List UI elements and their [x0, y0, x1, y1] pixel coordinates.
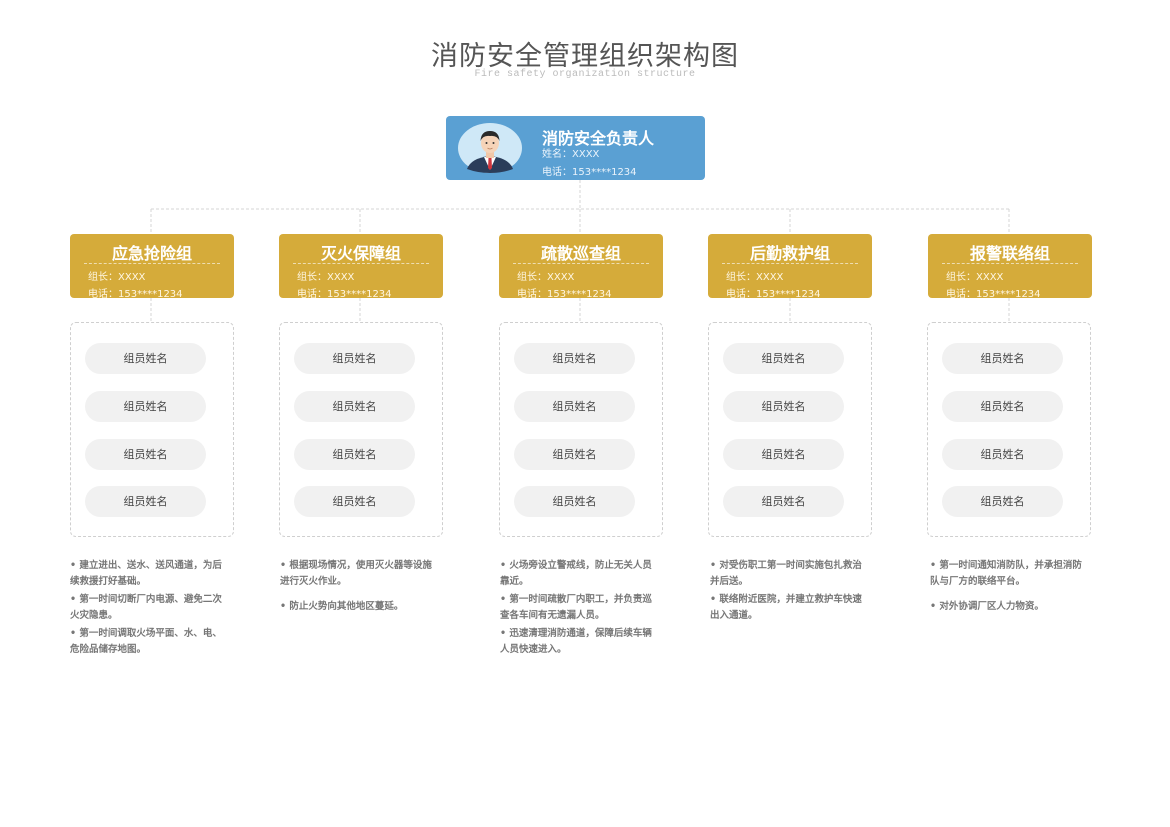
member-box: 组员姓名 组员姓名 组员姓名 组员姓名 — [708, 322, 872, 537]
member-pill: 组员姓名 — [514, 343, 635, 374]
member-box: 组员姓名 组员姓名 组员姓名 组员姓名 — [279, 322, 443, 537]
group-title: 应急抢险组 — [111, 244, 192, 263]
group-divider — [84, 263, 220, 264]
member-box: 组员姓名 组员姓名 组员姓名 组员姓名 — [499, 322, 663, 537]
member-pill: 组员姓名 — [723, 486, 844, 517]
member-pill: 组员姓名 — [294, 343, 415, 374]
group-card: 后勤救护组 组长：XXXX 电话：153****1234 — [708, 234, 872, 300]
member-pill: 组员姓名 — [85, 439, 206, 470]
group-phone: 电话：153****1234 — [297, 289, 392, 300]
group-title: 疏散巡查组 — [540, 244, 621, 263]
duty-item: • 防止火势向其他地区蔓延。 — [280, 601, 404, 612]
member-pill: 组员姓名 — [294, 439, 415, 470]
duty-item: • 对受伤职工第一时间实施包扎救治并后送。 — [710, 560, 862, 587]
duty-item: • 第一时间调取火场平面、水、电、危险品储存地图。 — [70, 628, 222, 655]
group-card: 灭火保障组 组长：XXXX 电话：153****1234 — [279, 234, 443, 300]
duty-item: • 根据现场情况，使用灭火器等设施进行灭火作业。 — [280, 560, 432, 587]
duty-item: • 对外协调厂区人力物资。 — [930, 601, 1044, 612]
member-box: 组员姓名 组员姓名 组员姓名 组员姓名 — [70, 322, 234, 537]
head-phone: 电话：153****1234 — [542, 167, 637, 178]
duty-list: • 对受伤职工第一时间实施包扎救治并后送。 • 联络附近医院，并建立救护车快速出… — [710, 558, 870, 626]
group-title: 报警联络组 — [969, 244, 1050, 263]
page-title: 消防安全管理组织架构图 — [431, 41, 739, 72]
duty-list: • 火场旁设立警戒线，防止无关人员靠近。 • 第一时间疏散厂内职工，并负责巡查各… — [500, 558, 660, 660]
group-leader: 组长：XXXX — [726, 272, 784, 283]
head-name: 姓名：XXXX — [542, 149, 600, 160]
member-box: 组员姓名 组员姓名 组员姓名 组员姓名 — [927, 322, 1091, 537]
group-title: 后勤救护组 — [749, 244, 830, 263]
member-pill: 组员姓名 — [85, 391, 206, 422]
group-leader: 组长：XXXX — [946, 272, 1004, 283]
member-pill: 组员姓名 — [514, 486, 635, 517]
member-pill: 组员姓名 — [294, 486, 415, 517]
group-leader: 组长：XXXX — [517, 272, 575, 283]
group-card: 报警联络组 组长：XXXX 电话：153****1234 — [928, 234, 1092, 300]
member-pill: 组员姓名 — [942, 391, 1063, 422]
group-divider — [293, 263, 429, 264]
duty-item: • 火场旁设立警戒线，防止无关人员靠近。 — [500, 560, 652, 587]
group-card: 应急抢险组 组长：XXXX 电话：153****1234 — [70, 234, 234, 300]
duty-item: • 第一时间通知消防队，并承担消防队与厂方的联络平台。 — [930, 560, 1082, 587]
group-divider — [513, 263, 649, 264]
member-pill: 组员姓名 — [514, 439, 635, 470]
group-title: 灭火保障组 — [320, 244, 401, 263]
group-phone: 电话：153****1234 — [946, 289, 1041, 300]
member-pill: 组员姓名 — [942, 439, 1063, 470]
group-card: 疏散巡查组 组长：XXXX 电话：153****1234 — [499, 234, 663, 300]
member-pill: 组员姓名 — [514, 391, 635, 422]
member-pill: 组员姓名 — [85, 343, 206, 374]
duty-item: • 联络附近医院，并建立救护车快速出入通道。 — [710, 594, 862, 621]
member-pill: 组员姓名 — [723, 439, 844, 470]
page-subtitle: Fire safety organization structure — [474, 69, 696, 80]
duty-list: • 根据现场情况，使用灭火器等设施进行灭火作业。 • 防止火势向其他地区蔓延。 — [280, 558, 440, 617]
duty-item: • 迅速清理消防通道，保障后续车辆人员快速进入。 — [500, 628, 652, 655]
member-pill: 组员姓名 — [942, 343, 1063, 374]
member-pill: 组员姓名 — [723, 391, 844, 422]
group-divider — [942, 263, 1078, 264]
duty-item: • 第一时间疏散厂内职工，并负责巡查各车间有无遗漏人员。 — [500, 594, 652, 621]
member-pill: 组员姓名 — [85, 486, 206, 517]
head-card: 消防安全负责人 姓名：XXXX 电话：153****1234 — [446, 116, 705, 180]
duty-list: • 第一时间通知消防队，并承担消防队与厂方的联络平台。 • 对外协调厂区人力物资… — [930, 558, 1090, 617]
duty-list: • 建立进出、送水、送风通道，为后续救援打好基础。 • 第一时间切断厂内电源、避… — [70, 558, 230, 660]
group-leader: 组长：XXXX — [297, 272, 355, 283]
member-pill: 组员姓名 — [723, 343, 844, 374]
group-phone: 电话：153****1234 — [517, 289, 612, 300]
group-phone: 电话：153****1234 — [726, 289, 821, 300]
group-phone: 电话：153****1234 — [88, 289, 183, 300]
member-pill: 组员姓名 — [942, 486, 1063, 517]
person-avatar-icon — [458, 123, 522, 173]
duty-item: • 建立进出、送水、送风通道，为后续救援打好基础。 — [70, 560, 222, 587]
group-divider — [722, 263, 858, 264]
group-leader: 组长：XXXX — [88, 272, 146, 283]
member-pill: 组员姓名 — [294, 391, 415, 422]
duty-item: • 第一时间切断厂内电源、避免二次火灾隐患。 — [70, 594, 222, 621]
